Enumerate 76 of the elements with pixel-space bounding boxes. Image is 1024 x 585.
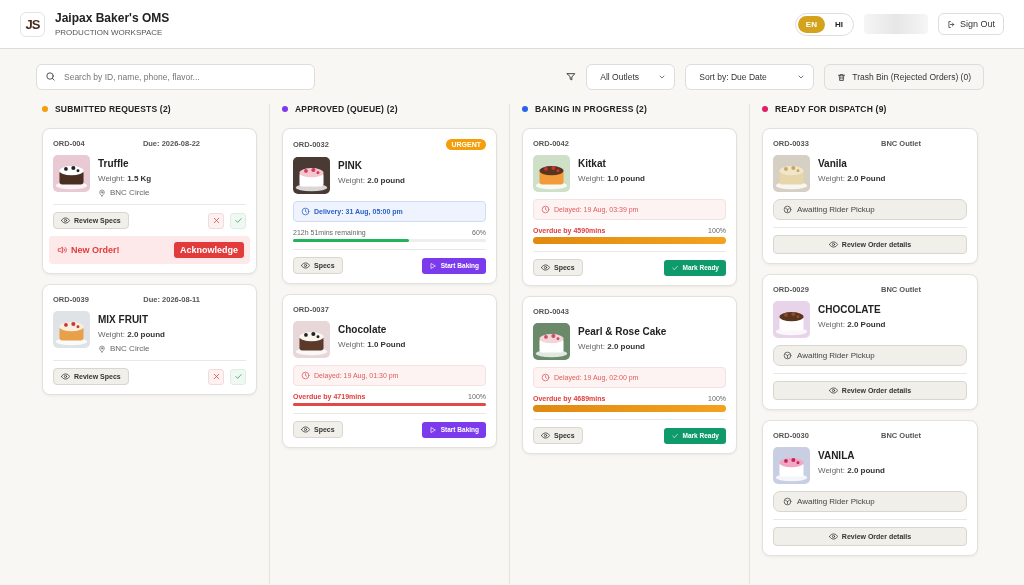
filter-icon bbox=[566, 72, 577, 82]
location-pin-icon bbox=[98, 188, 106, 197]
logo: JS bbox=[20, 11, 45, 37]
cake-name: Pearl & Rose Cake bbox=[578, 326, 667, 337]
column-title: BAKING IN PROGRESS (2) bbox=[535, 104, 648, 114]
alert-text: New Order! bbox=[71, 245, 120, 255]
eye-icon bbox=[301, 425, 310, 434]
location-pin-icon bbox=[98, 344, 106, 353]
close-icon bbox=[211, 372, 221, 381]
reject-button[interactable] bbox=[208, 368, 224, 385]
eye-icon bbox=[828, 240, 838, 249]
search-field[interactable]: Search by ID, name, phone, flavor... bbox=[36, 64, 315, 90]
pickup-status: Awaiting Rider Pickup bbox=[773, 199, 967, 220]
outlet-select[interactable]: All Outlets bbox=[586, 64, 676, 90]
clock-icon bbox=[301, 371, 310, 380]
cake-name: CHOCOLATE bbox=[818, 304, 882, 315]
chevron-down-icon bbox=[797, 73, 806, 81]
pickup-status: Awaiting Rider Pickup bbox=[773, 345, 967, 366]
clock-icon bbox=[541, 373, 550, 382]
weight-text: Weight: 2.0 pound bbox=[578, 342, 646, 351]
eye-icon bbox=[301, 261, 310, 270]
chevron-down-icon bbox=[658, 73, 667, 81]
weight-text: Weight: 2.0 Pound bbox=[818, 174, 886, 183]
language-option[interactable]: HI bbox=[826, 15, 851, 33]
weight-text: Weight: 2.0 pound bbox=[818, 466, 885, 475]
weight-text: Weight: 2.0 pound bbox=[98, 330, 165, 339]
weight-text: Weight: 2.0 Pound bbox=[818, 320, 886, 329]
accept-button[interactable] bbox=[230, 368, 246, 385]
check-icon bbox=[670, 263, 679, 272]
cake-name: Chocolate bbox=[338, 324, 388, 335]
column-title: READY FOR DISPATCH (9) bbox=[775, 104, 887, 114]
weight-text: Weight: 2.0 pound bbox=[338, 176, 405, 185]
column-title: SUBMITTED REQUESTS (2) bbox=[55, 104, 171, 114]
column-title: APPROVED (QUEUE) (2) bbox=[295, 104, 398, 114]
cake-name: Vanila bbox=[818, 158, 848, 169]
clock-icon bbox=[301, 207, 310, 216]
accept-button[interactable] bbox=[230, 212, 246, 229]
check-icon bbox=[233, 372, 243, 381]
pickup-status: Awaiting Rider Pickup bbox=[773, 491, 967, 512]
sign-out-icon bbox=[946, 19, 956, 29]
eye-icon bbox=[61, 216, 70, 225]
close-icon bbox=[211, 216, 221, 225]
location-text: BNC Circle bbox=[110, 188, 150, 197]
speaker-icon bbox=[57, 245, 67, 255]
play-icon bbox=[428, 425, 437, 434]
weight-text: Weight: 1.0 Pound bbox=[338, 340, 406, 349]
eye-icon bbox=[828, 386, 838, 395]
eye-icon bbox=[541, 263, 550, 272]
package-icon bbox=[783, 205, 792, 214]
weight-text: Weight: 1.0 pound bbox=[578, 174, 645, 183]
sign-out-button[interactable]: Sign Out bbox=[937, 13, 1004, 35]
cake-name: VANILA bbox=[818, 450, 856, 461]
eye-icon bbox=[828, 532, 838, 541]
cake-name: Truffle bbox=[98, 158, 130, 169]
weight-text: Weight: 1.5 Kg bbox=[98, 174, 152, 183]
location-text: BNC Circle bbox=[110, 344, 150, 353]
cake-name: Kitkat bbox=[578, 158, 607, 169]
trash-icon bbox=[837, 72, 847, 82]
reject-button[interactable] bbox=[208, 212, 224, 229]
cake-name: PINK bbox=[338, 160, 363, 171]
package-icon bbox=[783, 497, 792, 506]
eye-icon bbox=[61, 372, 70, 381]
sort-select[interactable]: Sort by: Due Date bbox=[685, 64, 815, 90]
clock-icon bbox=[541, 205, 550, 214]
package-icon bbox=[783, 351, 792, 360]
check-icon bbox=[670, 431, 679, 440]
blurred-user-info bbox=[863, 14, 928, 34]
play-icon bbox=[428, 261, 437, 270]
eye-icon bbox=[541, 431, 550, 440]
app-subtitle: PRODUCTION WORKSPACE bbox=[55, 28, 164, 37]
check-icon bbox=[233, 216, 243, 225]
cake-name: MIX FRUIT bbox=[98, 314, 149, 325]
trash-bin-button[interactable]: Trash Bin (Rejected Orders) (0) bbox=[824, 64, 984, 90]
app-title: Jaipax Baker's OMS bbox=[55, 11, 170, 25]
acknowledge-button[interactable]: Acknowledge bbox=[174, 242, 244, 258]
search-icon bbox=[45, 71, 56, 82]
